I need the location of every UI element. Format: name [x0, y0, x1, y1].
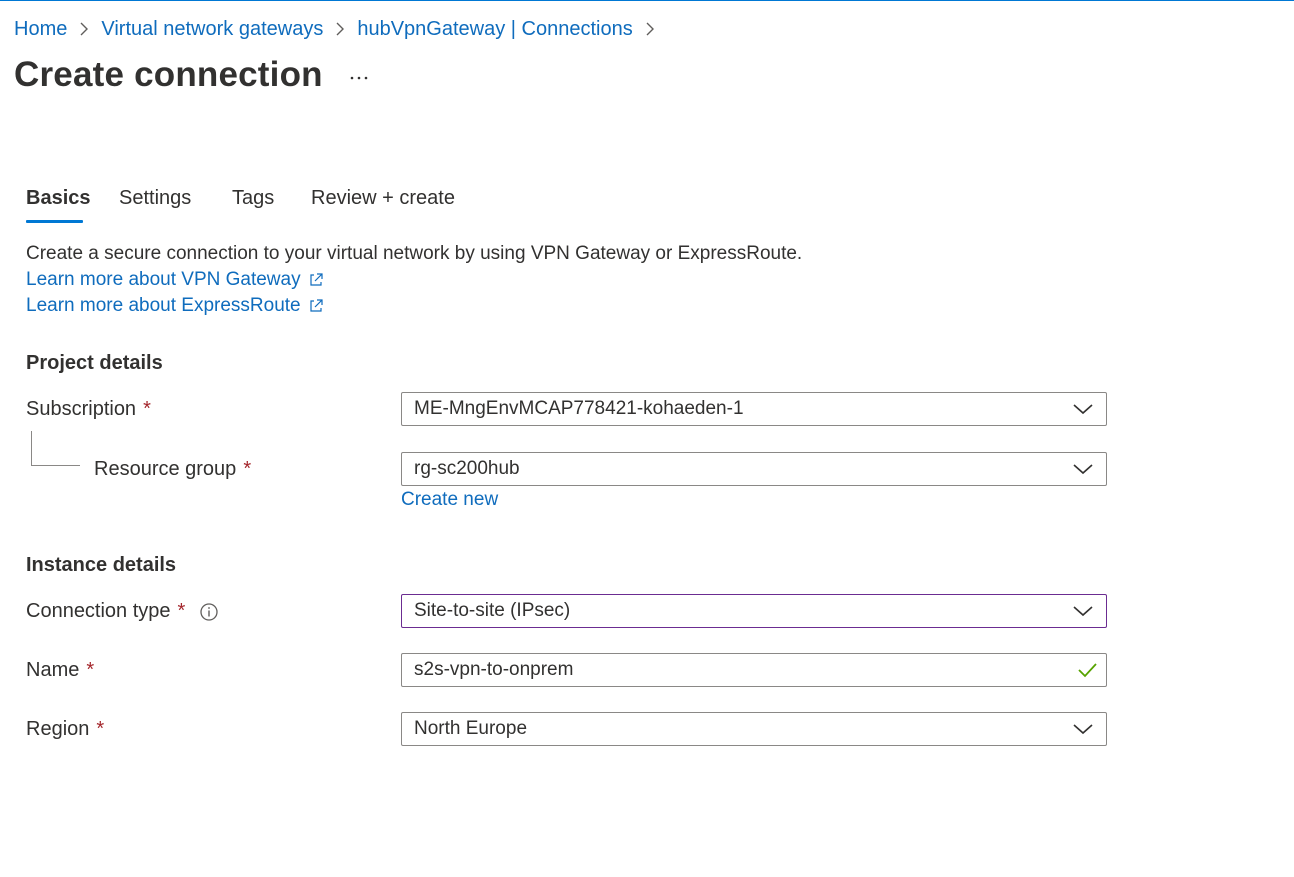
learn-more-expressroute-label: Learn more about ExpressRoute: [26, 295, 301, 316]
breadcrumb: Home Virtual network gateways hubVpnGate…: [14, 15, 667, 43]
chevron-down-icon: [1073, 464, 1093, 475]
chevron-right-icon: [323, 18, 357, 41]
tab-tags[interactable]: Tags: [232, 183, 274, 213]
required-marker: *: [143, 398, 151, 420]
more-options-button[interactable]: [345, 66, 373, 90]
learn-more-expressroute-link[interactable]: Learn more about ExpressRoute: [26, 295, 324, 317]
tree-connector-horizontal: [31, 465, 80, 466]
region-label-text: Region: [26, 718, 90, 740]
resource-group-dropdown[interactable]: rg-sc200hub: [401, 452, 1107, 486]
checkmark-icon: [1078, 663, 1097, 678]
chevron-right-icon: [67, 18, 101, 41]
active-tab-indicator: [26, 220, 83, 223]
required-marker: *: [177, 600, 186, 622]
intro-text: Create a secure connection to your virtu…: [26, 243, 803, 264]
tab-basics[interactable]: Basics: [26, 183, 91, 213]
connection-type-value: Site-to-site (IPsec): [414, 600, 571, 621]
breadcrumb-home[interactable]: Home: [14, 18, 67, 41]
learn-more-vpn-gateway-link[interactable]: Learn more about VPN Gateway: [26, 269, 324, 291]
name-label-text: Name: [26, 659, 80, 681]
subscription-label-text: Subscription: [26, 398, 137, 420]
subscription-label: Subscription *: [26, 398, 151, 421]
required-marker: *: [243, 458, 252, 480]
resource-group-label: Resource group *: [94, 458, 251, 481]
required-marker: *: [86, 659, 95, 681]
project-details-heading: Project details: [26, 352, 163, 374]
name-value: s2s-vpn-to-onprem: [414, 659, 574, 680]
connection-type-label-text: Connection type: [26, 600, 171, 622]
tree-connector-vertical: [31, 431, 32, 465]
instance-details-heading: Instance details: [26, 554, 177, 576]
chevron-down-icon: [1073, 404, 1093, 415]
connection-type-label: Connection type *: [26, 600, 219, 623]
tab-settings[interactable]: Settings: [119, 183, 191, 213]
breadcrumb-connections[interactable]: hubVpnGateway | Connections: [357, 18, 632, 41]
resource-group-label-text: Resource group: [94, 458, 237, 480]
external-link-icon: [309, 273, 323, 286]
region-value: North Europe: [414, 718, 528, 739]
info-icon[interactable]: [199, 602, 219, 622]
required-marker: *: [96, 718, 105, 740]
page-title: Create connection: [14, 55, 323, 94]
tab-review-create[interactable]: Review + create: [311, 183, 455, 213]
breadcrumb-virtual-network-gateways[interactable]: Virtual network gateways: [101, 18, 323, 41]
chevron-down-icon: [1073, 606, 1093, 617]
name-label: Name *: [26, 659, 94, 682]
name-input[interactable]: s2s-vpn-to-onprem: [401, 653, 1107, 687]
connection-type-dropdown[interactable]: Site-to-site (IPsec): [401, 594, 1107, 628]
region-dropdown[interactable]: North Europe: [401, 712, 1107, 746]
learn-more-vpn-gateway-label: Learn more about VPN Gateway: [26, 269, 301, 290]
chevron-down-icon: [1073, 724, 1093, 735]
subscription-dropdown[interactable]: ME-MngEnvMCAP778421-kohaeden-1: [401, 392, 1107, 426]
subscription-value: ME-MngEnvMCAP778421-kohaeden-1: [414, 398, 744, 419]
create-new-resource-group-link[interactable]: Create new: [401, 489, 498, 511]
top-accent-line: [0, 0, 1294, 1]
region-label: Region *: [26, 718, 104, 741]
resource-group-value: rg-sc200hub: [414, 458, 520, 479]
more-icon: [350, 76, 368, 80]
external-link-icon: [310, 299, 323, 312]
chevron-right-icon: [633, 18, 667, 41]
